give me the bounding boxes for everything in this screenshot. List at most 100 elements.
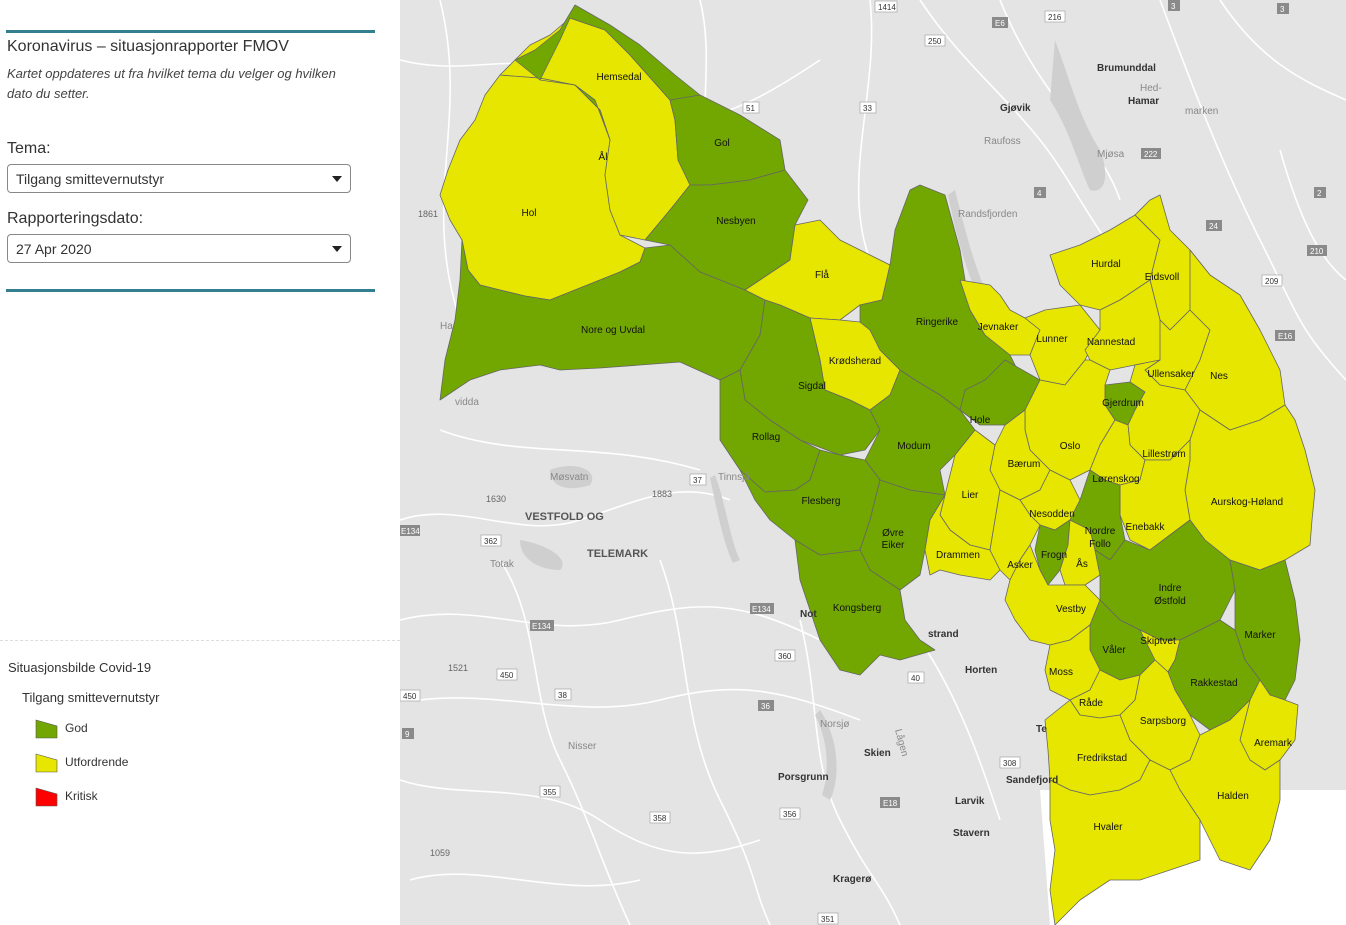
place-label: vidda (455, 397, 479, 408)
legend-subtitle: Tilgang smittevernutstyr (22, 690, 160, 705)
municipality-label: Østfold (1154, 596, 1186, 607)
place-label: Hamar (1128, 96, 1159, 107)
date-select[interactable]: 27 Apr 2020 (7, 234, 351, 263)
municipality-label: Våler (1102, 644, 1126, 656)
svg-text:209: 209 (1265, 277, 1279, 286)
panel-title: Koronavirus – situasjonrapporter FMOV (7, 38, 289, 55)
place-label: Not (800, 609, 817, 620)
municipality-label: Bærum (1008, 459, 1041, 470)
road-shield: E6 (992, 17, 1008, 28)
svg-text:355: 355 (543, 788, 557, 797)
municipality-label: Kongsberg (833, 603, 881, 614)
municipality-label: Flesberg (802, 496, 841, 507)
road-shield: 9 (402, 728, 414, 739)
elevation-label: 1630 (486, 494, 506, 504)
svg-text:360: 360 (778, 652, 792, 661)
svg-text:250: 250 (928, 37, 942, 46)
road-shield: 2 (1314, 187, 1326, 198)
municipality-label: Hvaler (1094, 822, 1124, 833)
place-label: Nisser (568, 741, 597, 752)
road-shield: 40 (907, 671, 925, 684)
municipality-label: Flå (815, 269, 829, 281)
place-label: Stavern (953, 828, 990, 839)
road-shield: 356 (779, 807, 801, 820)
svg-text:3: 3 (1280, 5, 1285, 14)
theme-select[interactable]: Tilgang smittevernutstyr (7, 164, 351, 193)
place-label: Horten (965, 665, 997, 676)
place-label: strand (928, 629, 959, 640)
legend-label-critical: Kritisk (65, 789, 98, 803)
svg-text:24: 24 (1209, 222, 1218, 231)
place-label: Norsjø (820, 719, 849, 730)
svg-text:51: 51 (746, 104, 755, 113)
municipality-label: Nesodden (1029, 509, 1075, 520)
place-label: Skien (864, 748, 891, 759)
municipality-label: Fredrikstad (1077, 753, 1127, 764)
svg-text:E134: E134 (401, 527, 420, 536)
theme-select-value: Tilgang smittevernutstyr (16, 171, 165, 187)
place-label: Sandefjord (1006, 775, 1058, 786)
municipality-label: Krødsherad (829, 356, 881, 367)
municipality-label: Råde (1079, 697, 1103, 709)
svg-text:40: 40 (911, 674, 920, 683)
place-label: Møsvatn (550, 472, 588, 483)
elevation-label: 1883 (652, 489, 672, 499)
place-label: Mjøsa (1097, 149, 1125, 160)
municipality-label: Ullensaker (1147, 369, 1195, 380)
svg-text:358: 358 (653, 814, 667, 823)
place-label: Gjøvik (1000, 103, 1031, 114)
municipality-label: Enebakk (1126, 522, 1166, 533)
municipality-label: Lillestrøm (1142, 449, 1185, 460)
municipality-label: Oslo (1060, 441, 1081, 452)
road-shield: 308 (999, 756, 1021, 769)
place-label: Raufoss (984, 136, 1021, 147)
road-shield: 222 (1141, 148, 1161, 159)
chevron-down-icon (332, 246, 342, 252)
svg-text:37: 37 (693, 476, 702, 485)
municipality-label: Lier (962, 490, 979, 501)
municipality-label: Hol (521, 208, 536, 219)
chevron-down-icon (332, 176, 342, 182)
svg-text:E134: E134 (752, 605, 771, 614)
road-shield: 450 (400, 689, 421, 702)
road-shield: 210 (1307, 245, 1327, 256)
panel-description: Kartet oppdateres ut fra hvilket tema du… (7, 66, 336, 101)
municipality-label: Nordre (1085, 526, 1116, 537)
svg-text:2: 2 (1317, 189, 1322, 198)
municipalities (439, 4, 1316, 925)
elevation-label: 1521 (448, 663, 468, 673)
place-label: Te (1036, 724, 1047, 735)
municipality-label: Jevnaker (978, 322, 1019, 333)
place-label: Lågen (892, 728, 911, 758)
svg-text:362: 362 (484, 537, 498, 546)
svg-text:E16: E16 (1278, 332, 1293, 341)
svg-text:450: 450 (500, 671, 514, 680)
municipality-label: Aremark (1254, 738, 1293, 749)
map-canvas[interactable]: Brumunddal Hamar marken Gjøvik Raufoss M… (400, 0, 1346, 925)
road-shield: 216 (1044, 10, 1066, 23)
svg-text:3: 3 (1171, 2, 1176, 11)
municipality-label: Gol (714, 138, 730, 149)
road-shield: 351 (817, 912, 839, 925)
municipality-label: Asker (1007, 560, 1033, 571)
road-shield: 33 (859, 101, 877, 114)
road-shield: 3 (1277, 3, 1289, 14)
municipality-label: Eiker (882, 540, 905, 551)
municipality-label: Lunner (1036, 334, 1068, 345)
road-shield: 38 (554, 688, 572, 701)
municipality-label: Marker (1244, 630, 1276, 641)
road-shield: 24 (1206, 220, 1222, 231)
road-shield: E18 (880, 797, 900, 808)
road-shield: 4 (1034, 187, 1046, 198)
legend-divider (0, 640, 400, 642)
road-shield: 3 (1168, 0, 1180, 11)
date-select-value: 27 Apr 2020 (16, 241, 92, 257)
legend-label-challenging: Utfordrende (65, 755, 129, 769)
municipality-label: Rollag (752, 432, 780, 443)
municipality-label: Gjerdrum (1102, 398, 1144, 409)
svg-text:E6: E6 (995, 19, 1005, 28)
place-label: Ha (440, 321, 453, 332)
map-view[interactable]: Brumunddal Hamar marken Gjøvik Raufoss M… (400, 0, 1346, 925)
municipality-label: Skiptvet (1140, 636, 1176, 647)
road-shield: 450 (496, 668, 518, 681)
